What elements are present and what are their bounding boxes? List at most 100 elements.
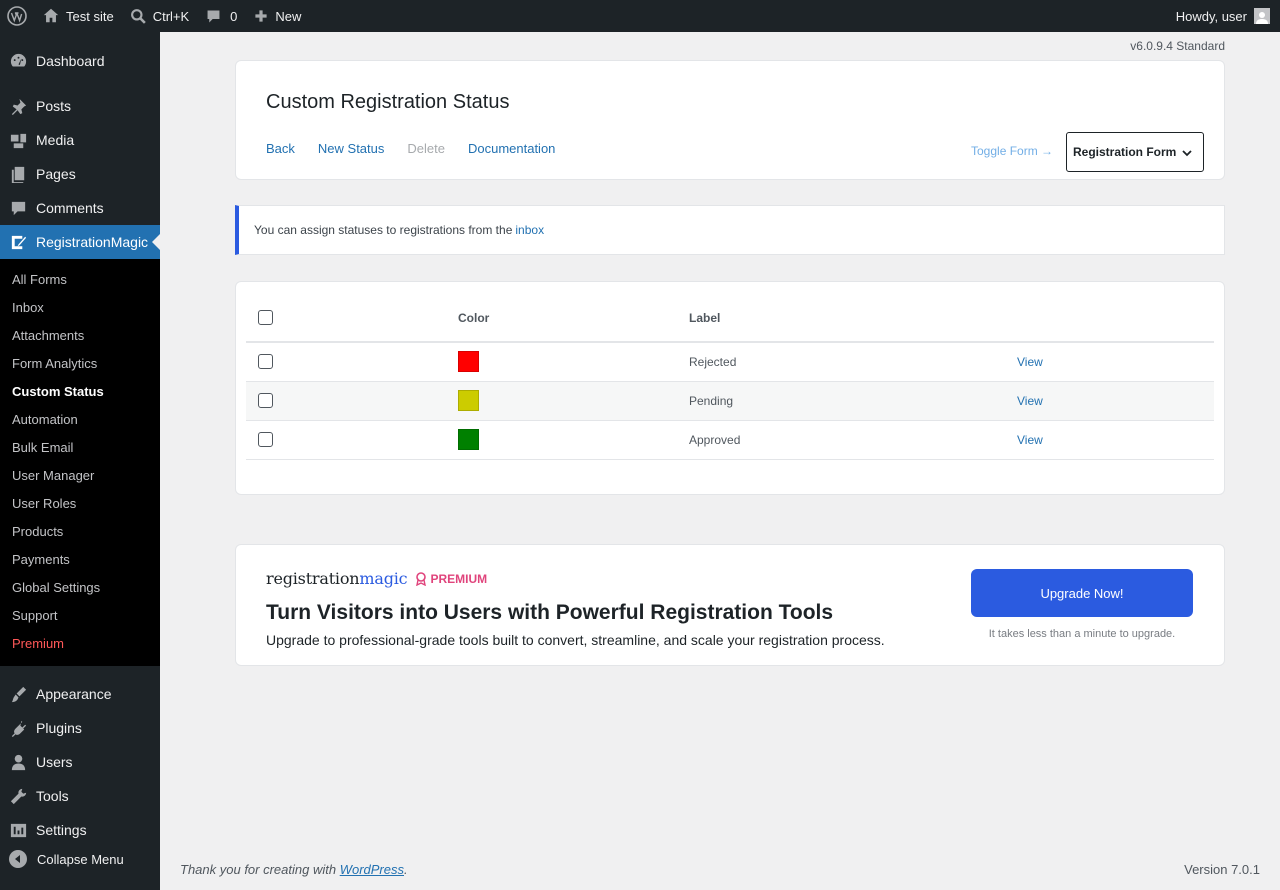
new-status-link[interactable]: New Status (318, 141, 384, 156)
registrationmagic-submenu: All Forms Inbox Attachments Form Analyti… (0, 259, 160, 666)
form-select-value: Registration Form (1073, 145, 1177, 159)
submenu-payments[interactable]: Payments (0, 546, 160, 574)
status-table-card: Color Label Rejected View Pending View A… (235, 281, 1225, 495)
premium-badge-label: PREMIUM (430, 571, 488, 586)
status-label: Approved (689, 420, 1017, 460)
award-icon (416, 571, 427, 586)
promo-brand: registrationmagic PREMIUM (266, 569, 487, 588)
plugin-icon (8, 718, 28, 738)
collapse-menu-button[interactable]: Collapse Menu (0, 842, 160, 876)
chevron-down-icon (1182, 150, 1192, 157)
users-icon (8, 752, 28, 772)
row-checkbox[interactable] (258, 354, 273, 370)
wordpress-logo-icon[interactable] (0, 0, 34, 32)
menu-label: Plugins (36, 720, 82, 736)
menu-registrationmagic[interactable]: RegistrationMagic (0, 225, 160, 259)
view-link[interactable]: View (1017, 433, 1043, 447)
footer-version: Version 7.0.1 (1184, 862, 1260, 877)
premium-badge: PREMIUM (415, 572, 487, 586)
admin-sidebar: Dashboard Posts Media Pages Comments Reg… (0, 32, 160, 890)
menu-media[interactable]: Media (0, 123, 160, 157)
submenu-custom-status[interactable]: Custom Status (0, 378, 160, 406)
dashboard-icon (8, 51, 28, 71)
menu-posts[interactable]: Posts (0, 89, 160, 123)
menu-label: Posts (36, 98, 72, 114)
collapse-label: Collapse Menu (37, 851, 124, 867)
avatar (1254, 8, 1270, 24)
greeting: Howdy, user (1175, 8, 1247, 24)
submenu-support[interactable]: Support (0, 602, 160, 630)
select-all-checkbox[interactable] (258, 310, 273, 326)
registrationmagic-logo: registrationmagic (266, 569, 408, 588)
menu-label: Settings (36, 822, 87, 838)
view-link[interactable]: View (1017, 394, 1043, 408)
submenu-bulk-email[interactable]: Bulk Email (0, 434, 160, 462)
view-link[interactable]: View (1017, 355, 1043, 369)
menu-comments[interactable]: Comments (0, 191, 160, 225)
info-notice: You can assign statuses to registrations… (235, 205, 1225, 255)
footer-suffix: . (404, 862, 408, 877)
submenu-products[interactable]: Products (0, 518, 160, 546)
back-link[interactable]: Back (266, 141, 295, 156)
menu-dashboard[interactable]: Dashboard (0, 44, 160, 78)
row-checkbox[interactable] (258, 432, 273, 448)
menu-label: Media (36, 132, 75, 148)
table-row: Rejected View (246, 342, 1214, 382)
pin-icon (8, 96, 28, 116)
menu-label: RegistrationMagic (36, 234, 149, 250)
upgrade-now-button[interactable]: Upgrade Now! (971, 569, 1193, 617)
submenu-global-settings[interactable]: Global Settings (0, 574, 160, 602)
new-content-link[interactable]: New (245, 0, 309, 32)
submenu-automation[interactable]: Automation (0, 406, 160, 434)
comments-link[interactable]: 0 (197, 0, 245, 32)
settings-icon (8, 820, 28, 840)
premium-promo-card: registrationmagic PREMIUM Turn Visitors … (235, 544, 1225, 666)
footer-thanks: Thank you for creating with WordPress. (180, 862, 408, 877)
color-swatch (458, 351, 479, 373)
submenu-attachments[interactable]: Attachments (0, 322, 160, 350)
delete-link[interactable]: Delete (407, 141, 445, 156)
notice-text: You can assign statuses to registrations… (254, 223, 513, 237)
search-icon (130, 8, 146, 24)
page-title: Custom Registration Status (266, 91, 510, 113)
menu-plugins[interactable]: Plugins (0, 711, 160, 745)
form-select[interactable]: Registration Form (1066, 132, 1204, 172)
submenu-user-roles[interactable]: User Roles (0, 490, 160, 518)
my-account[interactable]: Howdy, user (1168, 0, 1280, 32)
color-swatch (458, 390, 479, 411)
registrationmagic-icon (8, 232, 28, 252)
menu-pages[interactable]: Pages (0, 157, 160, 191)
submenu-premium[interactable]: Premium (0, 630, 160, 658)
inbox-link[interactable]: inbox (515, 223, 544, 237)
submenu-all-forms[interactable]: All Forms (0, 266, 160, 294)
search-shortcut-label: Ctrl+K (152, 8, 190, 24)
menu-tools[interactable]: Tools (0, 779, 160, 813)
pages-icon (8, 164, 28, 184)
status-label: Pending (689, 381, 1017, 421)
search-shortcut[interactable]: Ctrl+K (122, 0, 197, 32)
header-card: Custom Registration Status Back New Stat… (235, 60, 1225, 180)
submenu-user-manager[interactable]: User Manager (0, 462, 160, 490)
table-header-row: Color Label (246, 294, 1214, 343)
media-icon (8, 130, 28, 150)
submenu-inbox[interactable]: Inbox (0, 294, 160, 322)
menu-label: Dashboard (36, 53, 105, 69)
wordpress-link[interactable]: WordPress (340, 862, 404, 877)
menu-label: Pages (36, 166, 76, 182)
menu-label: Appearance (36, 686, 112, 702)
color-swatch (458, 429, 479, 450)
table-row: Pending View (246, 381, 1214, 421)
menu-appearance[interactable]: Appearance (0, 677, 160, 711)
row-checkbox[interactable] (258, 393, 273, 409)
submenu-form-analytics[interactable]: Form Analytics (0, 350, 160, 378)
collapse-icon (9, 850, 27, 868)
status-label: Rejected (689, 342, 1017, 382)
site-name-link[interactable]: Test site (34, 0, 122, 32)
documentation-link[interactable]: Documentation (468, 141, 555, 156)
new-label: New (275, 8, 302, 24)
brush-icon (8, 684, 28, 704)
toggle-form-label[interactable]: Toggle Form → (971, 144, 1053, 158)
menu-users[interactable]: Users (0, 745, 160, 779)
promo-title: Turn Visitors into Users with Powerful R… (266, 601, 834, 624)
plus-icon (255, 10, 268, 22)
